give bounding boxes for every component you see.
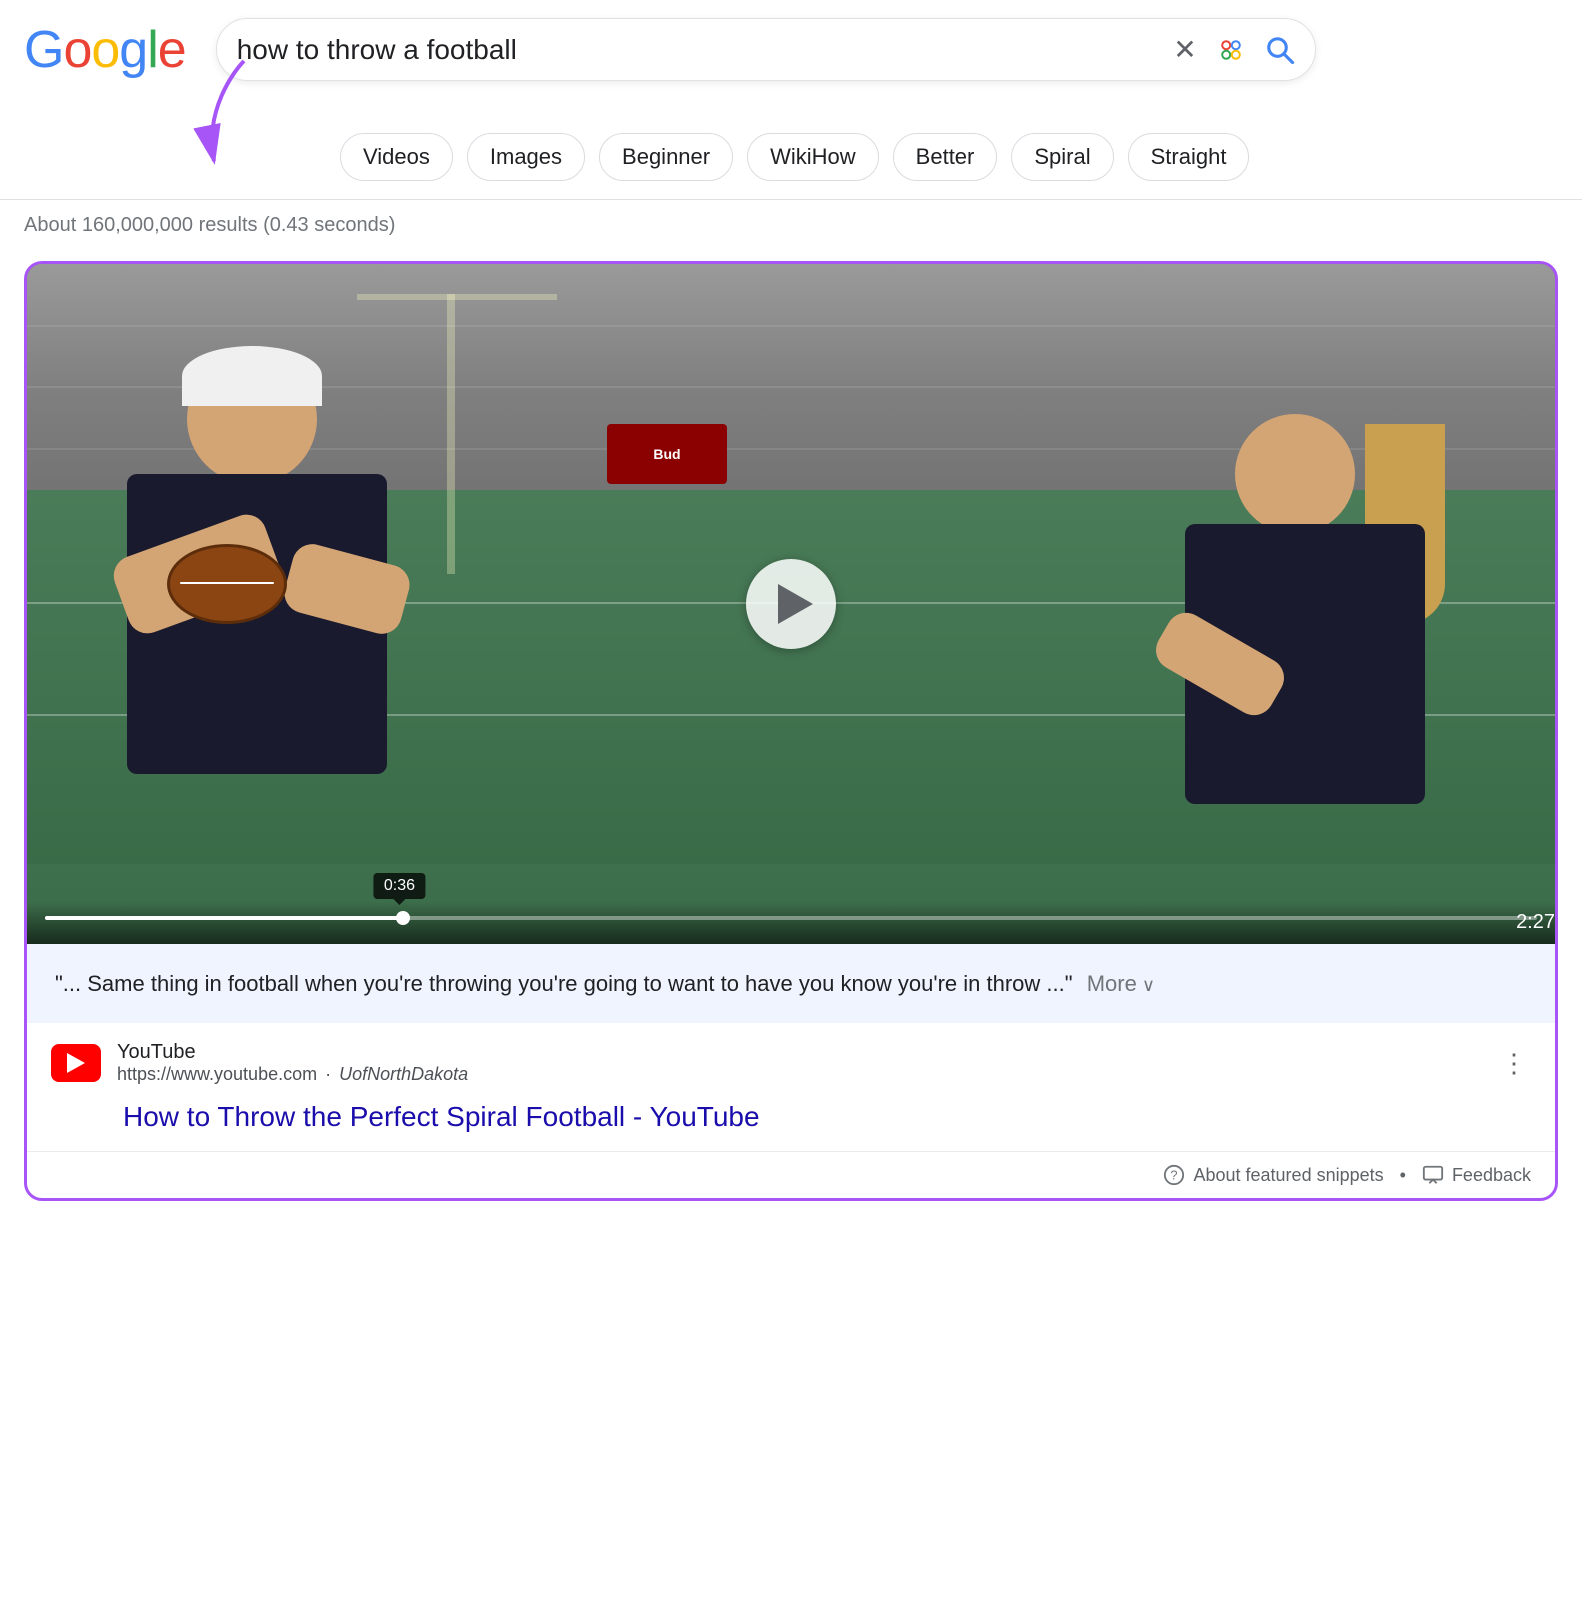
football bbox=[167, 544, 287, 624]
person-left-cap bbox=[182, 346, 322, 406]
bleacher-line-1 bbox=[27, 325, 1555, 327]
footer-bullet: • bbox=[1400, 1165, 1406, 1186]
goal-post-crossbar bbox=[357, 294, 557, 300]
time-tooltip: 0:36 bbox=[374, 873, 425, 899]
url-separator: · bbox=[325, 1064, 331, 1085]
logo-o1: o bbox=[63, 20, 91, 80]
more-link[interactable]: More ∨ bbox=[1087, 971, 1155, 996]
source-platform-name: YouTube bbox=[117, 1041, 1481, 1064]
source-info: YouTube https://www.youtube.com · UofNor… bbox=[117, 1041, 1481, 1085]
about-snippets-button[interactable]: ? About featured snippets bbox=[1163, 1164, 1383, 1186]
source-url-row: https://www.youtube.com · UofNorthDakota bbox=[117, 1064, 1481, 1085]
source-channel[interactable]: UofNorthDakota bbox=[339, 1064, 468, 1085]
video-controls: 0:36 2:27 bbox=[27, 902, 1555, 944]
featured-snippet: Bud 0:36 2:27 "... Same thing in footbal… bbox=[24, 261, 1558, 1201]
google-lens-icon[interactable] bbox=[1215, 34, 1247, 66]
search-bar[interactable]: how to throw a football ✕ bbox=[216, 18, 1316, 81]
progress-fill bbox=[45, 916, 403, 920]
snippet-footer: ? About featured snippets • Feedback bbox=[27, 1151, 1555, 1198]
result-title-link[interactable]: How to Throw the Perfect Spiral Football… bbox=[27, 1093, 1555, 1151]
arrow-annotation bbox=[24, 81, 1582, 211]
source-url-text[interactable]: https://www.youtube.com bbox=[117, 1064, 317, 1085]
source-row: YouTube https://www.youtube.com · UofNor… bbox=[27, 1023, 1555, 1093]
purple-arrow-svg bbox=[154, 51, 354, 181]
youtube-logo[interactable] bbox=[51, 1044, 101, 1082]
video-duration: 2:27 bbox=[1516, 911, 1555, 934]
feedback-button[interactable]: Feedback bbox=[1422, 1164, 1531, 1186]
progress-bar[interactable]: 0:36 bbox=[45, 916, 1537, 920]
search-submit-icon[interactable] bbox=[1265, 35, 1295, 65]
about-snippets-label: About featured snippets bbox=[1193, 1165, 1383, 1186]
person-left bbox=[107, 354, 427, 874]
search-bar-icons: ✕ bbox=[1173, 33, 1294, 66]
help-circle-icon: ? bbox=[1163, 1164, 1185, 1186]
feedback-label: Feedback bbox=[1452, 1165, 1531, 1186]
source-options-icon[interactable]: ⋮ bbox=[1497, 1044, 1531, 1083]
sponsor-banner: Bud bbox=[607, 424, 727, 484]
youtube-play-icon bbox=[67, 1053, 85, 1073]
clear-search-icon[interactable]: ✕ bbox=[1173, 33, 1196, 66]
more-label: More bbox=[1087, 971, 1137, 996]
play-triangle-icon bbox=[778, 584, 813, 624]
logo-g: G bbox=[24, 20, 63, 80]
svg-text:?: ? bbox=[1171, 1168, 1178, 1183]
feedback-icon bbox=[1422, 1164, 1444, 1186]
logo-g2: g bbox=[119, 20, 147, 80]
person-right-head bbox=[1235, 414, 1355, 534]
football-lace bbox=[180, 582, 274, 584]
video-player[interactable]: Bud 0:36 2:27 bbox=[27, 264, 1555, 944]
progress-thumb[interactable]: 0:36 bbox=[396, 911, 410, 925]
person-right bbox=[1175, 414, 1455, 874]
goal-post-pole bbox=[447, 294, 455, 574]
transcript-box: "... Same thing in football when you're … bbox=[27, 944, 1555, 1023]
transcript-text: "... Same thing in football when you're … bbox=[55, 971, 1073, 996]
logo-o2: o bbox=[91, 20, 119, 80]
search-query-text: how to throw a football bbox=[237, 34, 1158, 66]
sponsor-text: Bud bbox=[653, 446, 680, 462]
chevron-down-icon: ∨ bbox=[1137, 975, 1155, 995]
play-button[interactable] bbox=[746, 559, 836, 649]
